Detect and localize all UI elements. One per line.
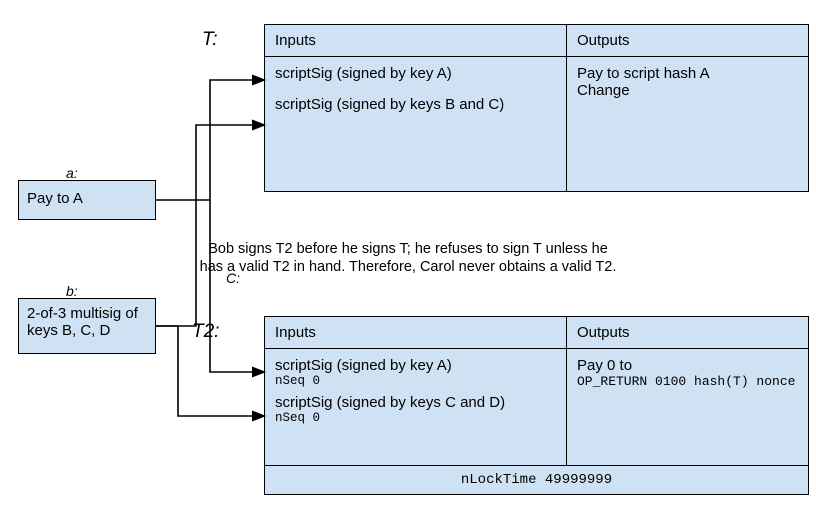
tx-t-output-2: Change [577, 82, 798, 99]
table-tx-t: Inputs Outputs scriptSig (signed by key … [264, 24, 809, 192]
tx-t-header-inputs: Inputs [265, 25, 567, 57]
box-pay-to-a-text: Pay to A [27, 190, 83, 207]
tx-t2-output-1: Pay 0 to [577, 357, 798, 374]
tx-t2-input-2: scriptSig (signed by keys C and D) [275, 394, 556, 411]
tx-t-inputs-cell: scriptSig (signed by key A) scriptSig (s… [265, 57, 567, 192]
tx-t-input-1: scriptSig (signed by key A) [275, 65, 556, 82]
tx-t2-opreturn: OP_RETURN 0100 hash(T) nonce [577, 374, 798, 389]
label-tx-t: T: [202, 28, 217, 52]
tx-t2-inputs-cell: scriptSig (signed by key A) nSeq 0 scrip… [265, 349, 567, 466]
tx-t-input-2: scriptSig (signed by keys B and C) [275, 96, 556, 113]
tx-t2-nseq-2: nSeq 0 [275, 411, 556, 425]
tx-t2-header-inputs: Inputs [265, 317, 567, 349]
tx-t2-input-1: scriptSig (signed by key A) [275, 357, 556, 374]
box-multisig-text: 2-of-3 multisig of keys B, C, D [27, 305, 138, 339]
box-multisig: 2-of-3 multisig of keys B, C, D [18, 298, 156, 354]
tx-t2-header-outputs: Outputs [567, 317, 809, 349]
tx-t2-outputs-cell: Pay 0 to OP_RETURN 0100 hash(T) nonce [567, 349, 809, 466]
tx-t-header-outputs: Outputs [567, 25, 809, 57]
table-tx-t2: Inputs Outputs scriptSig (signed by key … [264, 316, 809, 495]
caption-line1: Bob signs T2 before he signs T; he refus… [208, 241, 608, 257]
label-tx-t2: T2: [192, 320, 219, 344]
tx-t-output-1: Pay to script hash A [577, 65, 798, 82]
box-pay-to-a: Pay to A [18, 180, 156, 220]
tx-t2-locktime: nLockTime 49999999 [265, 466, 809, 495]
label-c: C: [226, 270, 240, 286]
tx-t2-nseq-1: nSeq 0 [275, 374, 556, 388]
caption-line2: has a valid T2 in hand. Therefore, Carol… [200, 259, 617, 275]
caption: Bob signs T2 before he signs T; he refus… [0, 240, 816, 276]
tx-t-outputs-cell: Pay to script hash A Change [567, 57, 809, 192]
